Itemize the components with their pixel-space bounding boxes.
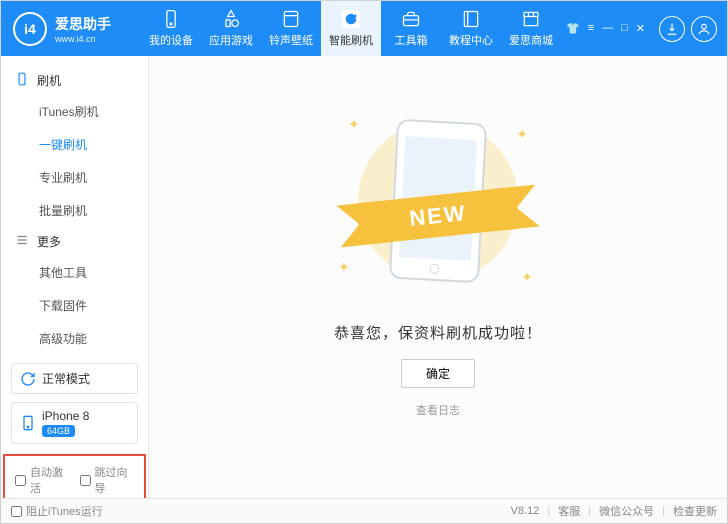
book-icon [461,9,481,29]
nav-music[interactable]: 铃声壁纸 [261,1,321,56]
nav-label: 爱思商城 [509,32,553,48]
sidebar-footer-checks: 自动激活 跳过向导 [3,454,146,498]
close-icon[interactable]: ✕ [636,22,645,35]
user-button[interactable] [691,16,717,42]
sidebar: 刷机 iTunes刷机一键刷机专业刷机批量刷机更多其他工具下载固件高级功能 正常模… [1,56,149,498]
statusbar-right: V8.12 | 客服 | 微信公众号 | 检查更新 [511,503,717,519]
download-button[interactable] [659,16,685,42]
auto-activate-checkbox[interactable]: 自动激活 [15,464,70,496]
phone-icon [20,415,36,431]
section-title: 更多 [37,233,61,250]
window-controls: 👕 ≡ — □ ✕ [566,22,645,35]
sidebar-bottom: 正常模式 iPhone 8 64GB [1,355,148,452]
logo-icon: i4 [13,12,47,46]
mode-label: 正常模式 [42,370,90,387]
content-area: ✦ ✦ ✦ ✦ NEW 恭喜您，保资料刷机成功啦！ 确定 查看日志 [149,56,727,498]
list-icon [15,233,29,250]
auto-activate-label: 自动激活 [30,464,70,496]
section-title: 刷机 [37,72,61,89]
skip-guide-checkbox[interactable]: 跳过向导 [80,464,135,496]
sidebar-item[interactable]: iTunes刷机 [39,95,148,128]
sidebar-section-list: iTunes刷机一键刷机专业刷机批量刷机 [1,95,148,227]
app-icon [221,9,241,29]
music-icon [281,9,301,29]
sidebar-item[interactable]: 批量刷机 [39,194,148,227]
menu-icon[interactable]: ≡ [588,22,594,35]
sidebar-item[interactable]: 高级功能 [39,322,148,355]
logo-text: 爱思助手 www.i4.cn [55,14,111,44]
sidebar-item[interactable]: 专业刷机 [39,161,148,194]
statusbar: 阻止iTunes运行 V8.12 | 客服 | 微信公众号 | 检查更新 [1,498,727,523]
device-icon [161,9,181,29]
nav-label: 智能刷机 [329,32,373,48]
titlebar: i4 爱思助手 www.i4.cn 我的设备应用游戏铃声壁纸智能刷机 工具箱 教程中… [1,1,727,56]
nav-shop[interactable]: 爱思商城 [501,1,561,56]
brand-url: www.i4.cn [55,34,111,44]
logo-area: i4 爱思助手 www.i4.cn [1,12,141,46]
success-message: 恭喜您，保资料刷机成功啦！ [334,322,542,343]
nav-label: 教程中心 [449,32,493,48]
device-card[interactable]: iPhone 8 64GB [11,402,138,444]
shirt-icon[interactable]: 👕 [566,22,580,35]
brand-name: 爱思助手 [55,14,111,34]
top-nav: 我的设备应用游戏铃声壁纸智能刷机 工具箱 教程中心爱思商城 [141,1,566,56]
ok-button[interactable]: 确定 [401,359,475,388]
phone-outline-icon [15,72,29,89]
view-log-link[interactable]: 查看日志 [416,402,460,418]
support-link[interactable]: 客服 [558,503,580,519]
sidebar-section-list: 其他工具下载固件高级功能 [1,256,148,355]
minimize-icon[interactable]: — [602,22,613,35]
skip-guide-label: 跳过向导 [95,464,135,496]
shop-icon [521,9,541,29]
sidebar-item[interactable]: 其他工具 [39,256,148,289]
nav-toolbox[interactable]: 工具箱 [381,1,441,56]
nav-device[interactable]: 我的设备 [141,1,201,56]
nav-book[interactable]: 教程中心 [441,1,501,56]
wechat-link[interactable]: 微信公众号 [599,503,654,519]
toolbox-icon [401,9,421,29]
sidebar-section-header[interactable]: 更多 [1,227,148,256]
sidebar-item[interactable]: 下载固件 [39,289,148,322]
block-itunes-checkbox[interactable]: 阻止iTunes运行 [11,503,103,519]
nav-label: 我的设备 [149,32,193,48]
nav-refresh[interactable]: 智能刷机 [321,1,381,56]
block-itunes-label: 阻止iTunes运行 [26,503,103,519]
device-info: iPhone 8 64GB [42,409,89,437]
sidebar-nav: 刷机 iTunes刷机一键刷机专业刷机批量刷机更多其他工具下载固件高级功能 [1,56,148,355]
titlebar-right: 👕 ≡ — □ ✕ [566,16,727,42]
refresh-icon [20,371,36,387]
nav-label: 工具箱 [395,32,428,48]
sidebar-section-header[interactable]: 刷机 [1,66,148,95]
nav-app[interactable]: 应用游戏 [201,1,261,56]
body: 刷机 iTunes刷机一键刷机专业刷机批量刷机更多其他工具下载固件高级功能 正常模… [1,56,727,498]
sidebar-item[interactable]: 一键刷机 [39,128,148,161]
nav-label: 铃声壁纸 [269,32,313,48]
success-illustration: ✦ ✦ ✦ ✦ NEW [318,106,558,296]
maximize-icon[interactable]: □ [621,22,628,35]
device-name: iPhone 8 [42,409,89,423]
app-window: i4 爱思助手 www.i4.cn 我的设备应用游戏铃声壁纸智能刷机 工具箱 教程中… [0,0,728,524]
mode-card[interactable]: 正常模式 [11,363,138,394]
check-update-link[interactable]: 检查更新 [673,503,717,519]
version-label: V8.12 [511,505,540,517]
storage-badge: 64GB [42,425,75,437]
refresh-icon [341,9,361,29]
nav-label: 应用游戏 [209,32,253,48]
